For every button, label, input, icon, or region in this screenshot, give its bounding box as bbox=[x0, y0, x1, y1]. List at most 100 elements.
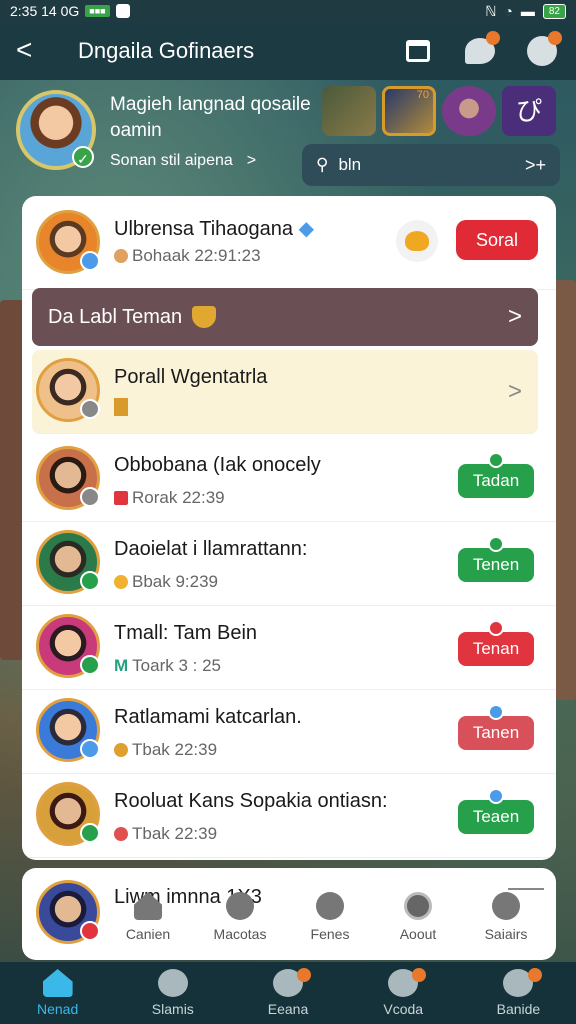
nav-chat[interactable]: Slamis bbox=[115, 962, 230, 1024]
coin-button[interactable] bbox=[396, 220, 438, 262]
friend-row[interactable]: Ratlamami katcarlan. Tbak 22:39 Tanen bbox=[22, 690, 556, 774]
search-submit-icon[interactable]: >+ bbox=[525, 155, 546, 176]
trophy-icon bbox=[192, 306, 217, 328]
window-icon bbox=[406, 40, 430, 62]
user-avatar[interactable]: ✓ bbox=[16, 90, 96, 170]
bottom-navigation: Nenad Slamis Eeana Vcoda Banide bbox=[0, 962, 576, 1024]
friend-action-button[interactable]: Tenen bbox=[458, 536, 534, 582]
nav-profile[interactable]: Banide bbox=[461, 962, 576, 1024]
avatar[interactable] bbox=[36, 880, 100, 944]
friend-name: Obbobana (Iak onocely bbox=[114, 454, 321, 476]
game-thumbnail[interactable]: ぴ bbox=[502, 86, 556, 136]
search-input[interactable]: ⚲ bln >+ bbox=[302, 144, 560, 186]
game-thumbnail[interactable]: 70 bbox=[382, 86, 436, 136]
pin-icon bbox=[488, 536, 504, 552]
thumbnail-count: 70 bbox=[416, 89, 429, 101]
arrow-icon bbox=[508, 888, 544, 890]
status-time: 2:35 14 0G bbox=[10, 3, 80, 19]
friend-name: Porall Wgentatrla bbox=[114, 366, 268, 388]
quick-action-search[interactable]: Saiairs bbox=[466, 892, 546, 942]
pin-icon bbox=[488, 620, 504, 636]
chevron-right-icon: > bbox=[507, 303, 522, 330]
profile-link[interactable]: Sonan stil aipena > bbox=[110, 152, 256, 170]
friend-action-button[interactable]: Teaen bbox=[458, 788, 534, 834]
status-badge-icon bbox=[80, 655, 100, 675]
friend-name: Tmall: Tam Bein bbox=[114, 622, 258, 644]
friend-row[interactable]: Obbobana (Iak onocely Rorak 22:39 Tadan bbox=[22, 438, 556, 522]
quick-action-home[interactable]: Canien bbox=[108, 892, 188, 942]
sort-button[interactable]: Soral bbox=[456, 220, 538, 260]
friend-name: Ulbrensa Tihaogana ◆ bbox=[114, 218, 314, 240]
diamond-icon: ◆ bbox=[298, 218, 314, 240]
chevron-right-icon: > bbox=[507, 378, 522, 405]
friend-row[interactable]: Daoielat i llamrattann: Bbak 9:239 Tenen bbox=[22, 522, 556, 606]
game-thumbnails: 70 ぴ bbox=[322, 86, 556, 136]
verified-check-icon: ✓ bbox=[72, 146, 94, 168]
friend-action-button[interactable]: Tadan bbox=[458, 452, 534, 498]
chevron-right-icon: > bbox=[246, 152, 257, 169]
game-thumbnail[interactable] bbox=[322, 86, 376, 136]
status-badge-icon bbox=[80, 399, 100, 419]
smile-icon bbox=[114, 249, 128, 263]
sim-icon: ▬ bbox=[520, 3, 535, 19]
game-thumbnail[interactable] bbox=[442, 86, 496, 136]
pin-icon bbox=[488, 704, 504, 720]
status-badge: ■■■ bbox=[85, 5, 110, 17]
house-icon bbox=[134, 892, 162, 920]
notification-dot bbox=[527, 968, 542, 982]
friend-name: Rooluat Kans Sopakia ontiasn: bbox=[114, 790, 388, 812]
badge-icon bbox=[114, 827, 128, 841]
friend-action-button[interactable]: Tanen bbox=[458, 704, 534, 750]
profile-strip: ✓ Magieh langnad qosaile oamin Sonan sti… bbox=[0, 80, 576, 190]
friend-status: Bbak 9:239 bbox=[114, 572, 218, 592]
friend-action-button[interactable]: Tenan bbox=[458, 620, 534, 666]
nav-home[interactable]: Nenad bbox=[0, 962, 115, 1024]
notification-dot bbox=[486, 31, 500, 45]
friend-name: Daoielat i llamrattann: bbox=[114, 538, 308, 560]
highlight-friend-row[interactable]: Porall Wgentatrla > bbox=[32, 350, 538, 434]
gift-icon bbox=[114, 491, 128, 505]
friend-status: Bohaak 22:91:23 bbox=[114, 246, 261, 266]
notification-dot bbox=[297, 968, 312, 982]
status-badge-icon bbox=[80, 921, 100, 941]
status-badge-icon bbox=[80, 739, 100, 759]
top-friend-row[interactable]: Ulbrensa Tihaogana ◆ Bohaak 22:91:23 Sor… bbox=[22, 196, 556, 290]
app-header: < Dngaila Gofinaers bbox=[0, 22, 576, 80]
nav-games[interactable]: Eeana bbox=[230, 962, 345, 1024]
chat-button[interactable] bbox=[462, 31, 500, 69]
avatar bbox=[36, 614, 100, 678]
quick-action-friends[interactable]: Fenes bbox=[290, 892, 370, 942]
home-icon bbox=[42, 969, 73, 997]
target-icon bbox=[404, 892, 432, 920]
friend-status: Rorak 22:39 bbox=[114, 488, 225, 508]
avatar bbox=[36, 358, 100, 422]
profile-menu-button[interactable] bbox=[524, 31, 562, 69]
medal-icon bbox=[114, 398, 128, 416]
status-bar: 2:35 14 0G ■■■ ℕ ◔ ▬ 82 bbox=[0, 0, 576, 22]
notification-dot bbox=[412, 968, 427, 982]
friend-row[interactable]: Rooluat Kans Sopakia ontiasn: Tbak 22:39… bbox=[22, 774, 556, 858]
section-header[interactable]: Da Labl Teman > bbox=[32, 288, 538, 346]
avatar bbox=[36, 698, 100, 762]
friend-name: Ratlamami katcarlan. bbox=[114, 706, 302, 728]
pin-icon bbox=[488, 452, 504, 468]
window-button[interactable] bbox=[400, 33, 436, 69]
nav-videos[interactable]: Vcoda bbox=[346, 962, 461, 1024]
quick-action-messages[interactable]: Macotas bbox=[200, 892, 280, 942]
avatar bbox=[36, 446, 100, 510]
pin-icon bbox=[488, 788, 504, 804]
status-badge-icon bbox=[80, 251, 100, 271]
signal-icon: ℕ bbox=[485, 2, 497, 19]
search-icon: ⚲ bbox=[316, 155, 329, 174]
badge-icon bbox=[114, 743, 128, 757]
chat-icon bbox=[157, 969, 188, 997]
back-button[interactable]: < bbox=[16, 35, 48, 67]
search-icon bbox=[492, 892, 520, 920]
info-icon bbox=[316, 892, 344, 920]
page-title: Dngaila Gofinaers bbox=[78, 38, 255, 63]
friend-row[interactable]: Tmall: Tam Bein M Toark 3 : 25 Tenan bbox=[22, 606, 556, 690]
avatar bbox=[36, 782, 100, 846]
quick-actions-card: Liwm imnna 1X3 Canien Macotas Fenes Aoou… bbox=[22, 868, 556, 960]
quick-action-about[interactable]: Aoout bbox=[378, 892, 458, 942]
status-badge-icon bbox=[80, 487, 100, 507]
